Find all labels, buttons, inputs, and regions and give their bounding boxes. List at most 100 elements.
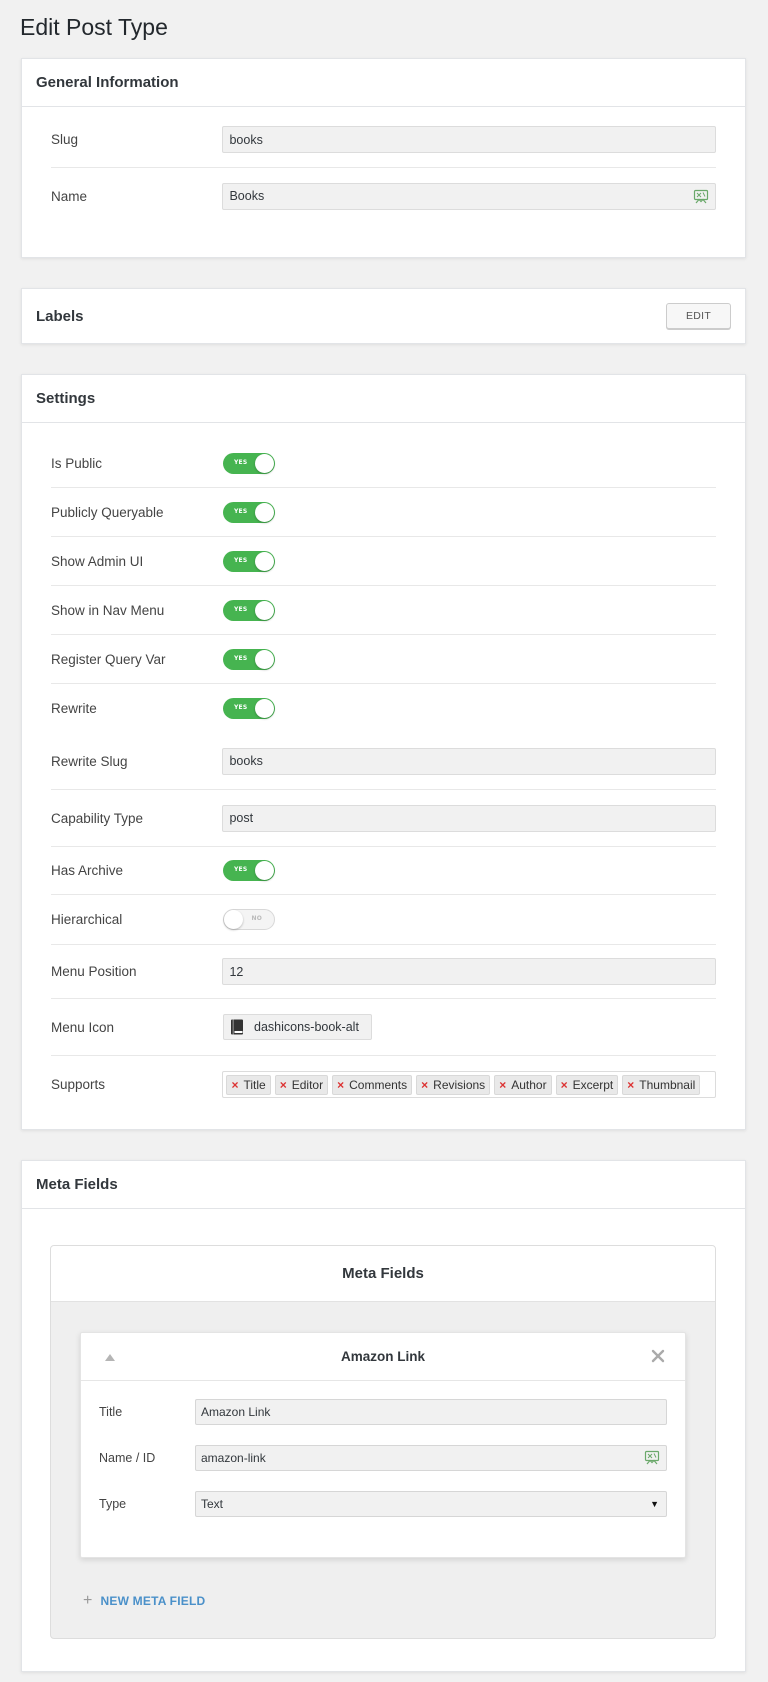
support-tag-label: Author [511,1077,547,1092]
rewrite-slug-value: books [229,754,263,768]
toggle-knob [255,600,274,620]
meta-title-row: Title Amazon Link [81,1389,685,1435]
meta-name-row: Name / ID amazon-link [81,1435,685,1481]
support-tag-label: Comments [349,1077,408,1092]
support-tag: × Comments [332,1074,413,1095]
meta-fields-panel: Meta Fields Meta Fields Amazon Link Titl… [21,1160,746,1672]
settings-toggle-label: Register Query Var [51,651,166,667]
support-tag: × Title [226,1074,271,1095]
panel-title: Labels [36,307,84,325]
remove-tag-icon[interactable]: × [561,1078,568,1092]
panel-header: Settings [22,375,745,423]
settings-toggle-label: Show in Nav Menu [51,602,165,618]
settings-toggle[interactable]: YES [223,599,275,621]
menu-position-input[interactable]: 12 [222,958,716,985]
has-archive-label: Has Archive [51,863,124,878]
menu-position-row: Menu Position 12 [51,945,716,999]
page-title: Edit Post Type [20,14,168,40]
translate-icon[interactable] [644,1450,660,1466]
plus-icon: + [83,1592,93,1609]
meta-fields-box: Meta Fields Amazon Link Title Amazon Lin… [50,1245,716,1639]
panel-title: General Information [36,74,179,91]
hierarchical-label: Hierarchical [51,912,123,927]
meta-title-input[interactable]: Amazon Link [195,1399,667,1425]
meta-field-header[interactable]: Amazon Link [81,1333,685,1381]
support-tag-label: Excerpt [572,1077,614,1092]
panel-header: Labels EDIT [22,289,745,343]
capability-type-input[interactable]: post [222,804,716,832]
settings-toggle[interactable]: YES [223,698,275,719]
toggle-knob [255,699,274,718]
slug-value: books [229,132,263,147]
slug-label: Slug [51,132,79,147]
has-archive-toggle[interactable]: YES [223,860,275,881]
toggle-knob [255,502,274,522]
meta-field-title: Amazon Link [340,1349,425,1364]
menu-icon-value: dashicons-book-alt [254,1020,359,1034]
meta-title-label: Title [99,1405,123,1419]
settings-toggle-label: Publicly Queryable [51,504,164,520]
hierarchical-toggle[interactable]: NO [223,909,275,930]
toggle-text: YES [234,507,248,515]
collapse-arrow-icon[interactable] [104,1353,116,1362]
meta-name-label: Name / ID [99,1451,156,1465]
menu-position-value: 12 [229,964,244,979]
toggle-text: YES [234,556,248,564]
remove-tag-icon[interactable]: × [231,1078,238,1092]
toggle-knob [224,910,243,929]
panel-header: General Information [22,59,745,107]
capability-type-label: Capability Type [51,810,144,826]
meta-name-value: amazon-link [201,1451,266,1465]
settings-toggle[interactable]: YES [223,550,275,572]
meta-type-row: Type Text ▼ [81,1481,685,1527]
panel-title: Settings [36,390,96,407]
toggle-text: NO [251,915,262,922]
settings-toggle[interactable]: YES [223,648,275,670]
settings-toggle-row: Publicly Queryable YES [51,488,716,537]
menu-position-label: Menu Position [51,964,137,979]
toggle-knob [255,551,274,571]
support-tag: × Revisions [416,1074,491,1095]
support-tag: × Editor [274,1074,329,1095]
new-meta-field-button[interactable]: + NEW META FIELD [83,1592,205,1610]
hierarchical-row: Hierarchical NO [51,895,716,945]
settings-toggle-label: Rewrite [51,701,97,716]
menu-icon-picker[interactable]: dashicons-book-alt [223,1014,372,1040]
settings-toggle-row: Rewrite YES [51,684,716,733]
translate-icon[interactable] [693,189,709,205]
toggle-text: YES [234,704,248,711]
meta-type-select[interactable]: Text ▼ [195,1491,667,1517]
meta-type-label: Type [99,1497,127,1511]
settings-toggle[interactable]: YES [223,452,275,474]
meta-type-value: Text [201,1497,224,1511]
remove-tag-icon[interactable]: × [627,1078,634,1092]
remove-tag-icon[interactable]: × [499,1078,506,1092]
remove-tag-icon[interactable]: × [337,1078,344,1092]
toggle-text: YES [234,605,248,613]
rewrite-slug-input[interactable]: books [222,747,716,775]
supports-tags-input[interactable]: × Title × Editor × Comments × Revisions × Author ×… [222,1071,716,1098]
panel-header: Meta Fields [22,1161,745,1209]
remove-tag-icon[interactable]: × [280,1078,287,1092]
panel-title: Meta Fields [36,1176,118,1193]
name-value: Books [229,189,265,203]
capability-type-row: Capability Type post [51,790,716,847]
labels-panel: Labels EDIT [21,288,746,344]
dropdown-caret-icon: ▼ [650,1499,659,1509]
close-icon[interactable] [651,1349,665,1363]
meta-fields-box-title: Meta Fields [51,1246,715,1302]
remove-tag-icon[interactable]: × [421,1078,428,1092]
slug-row: Slug books [51,112,716,168]
menu-icon-label: Menu Icon [51,1019,115,1035]
name-row: Name Books [51,168,716,224]
toggle-knob [255,649,274,669]
edit-labels-button[interactable]: EDIT [666,303,731,329]
support-tag-label: Title [243,1077,266,1092]
settings-panel: Settings Is Public YES Publicly Queryable Y… [21,374,746,1130]
name-input[interactable]: Books [222,182,716,210]
settings-toggle[interactable]: YES [223,501,275,523]
meta-name-input[interactable]: amazon-link [195,1445,667,1471]
slug-input[interactable]: books [222,126,716,153]
settings-toggle-row: Register Query Var YES [51,635,716,684]
meta-field-card: Amazon Link Title Amazon Link Name / ID [80,1332,686,1558]
